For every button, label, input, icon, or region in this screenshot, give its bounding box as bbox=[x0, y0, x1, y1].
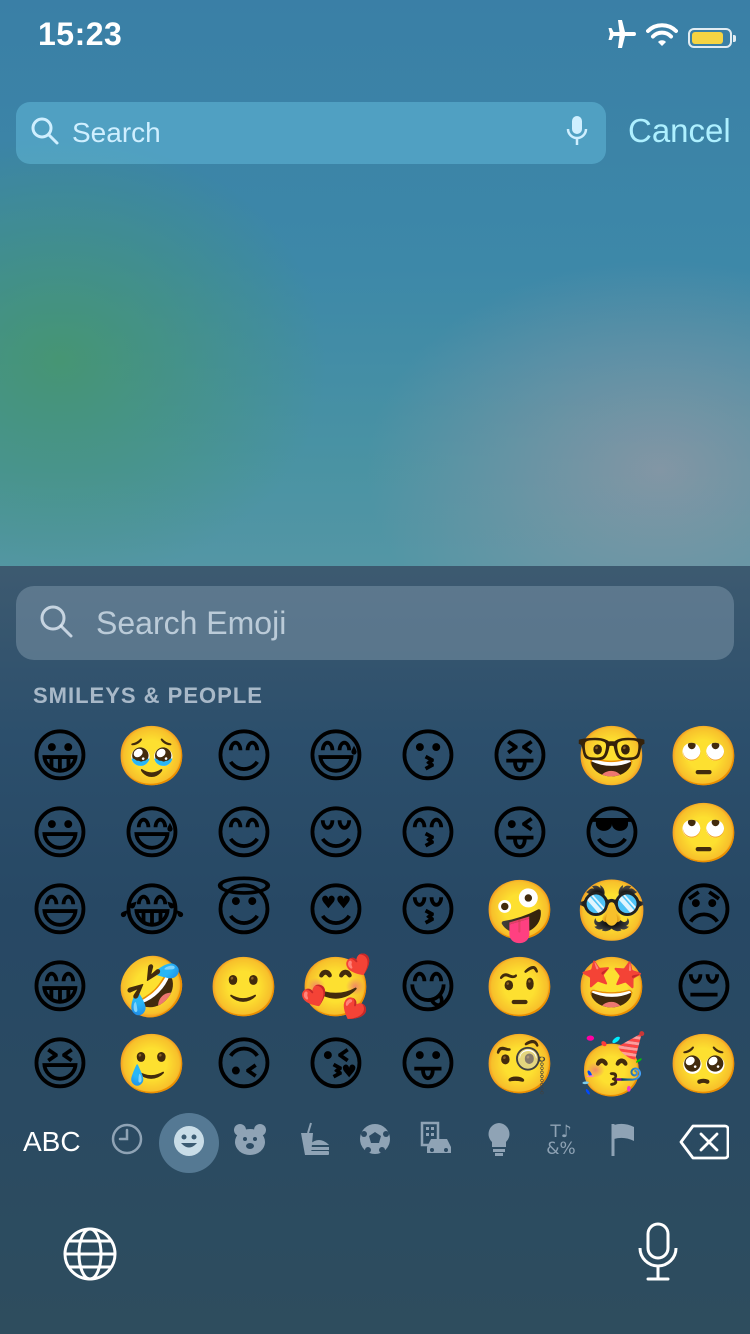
microphone-icon bbox=[636, 1222, 680, 1286]
emoji-key[interactable]: 😃 bbox=[14, 795, 106, 872]
category-recent[interactable] bbox=[96, 1110, 158, 1172]
category-animals[interactable] bbox=[219, 1110, 281, 1172]
backspace-icon bbox=[679, 1124, 730, 1164]
emoji-key[interactable]: 😗 bbox=[382, 718, 474, 795]
category-bar: ABC T♪ &% bbox=[0, 1110, 750, 1176]
emoji-key[interactable]: 😇 bbox=[198, 872, 290, 949]
emoji-key[interactable]: 🤨 bbox=[474, 949, 566, 1026]
search-icon bbox=[30, 116, 60, 151]
category-flags[interactable] bbox=[592, 1110, 654, 1172]
cancel-button[interactable]: Cancel bbox=[628, 112, 731, 150]
emoji-key[interactable]: 😌 bbox=[290, 795, 382, 872]
soccer-ball-icon bbox=[358, 1122, 392, 1161]
emoji-key[interactable]: 😙 bbox=[382, 795, 474, 872]
emoji-key[interactable]: 🧐 bbox=[474, 1026, 566, 1103]
globe-button[interactable] bbox=[62, 1226, 118, 1287]
emoji-keyboard: Search Emoji SMILEYS & PEOPLE 😀 🥹 😊 😅 😗 😝 🤓 🙄 😃 😅… bbox=[0, 566, 750, 1334]
smiley-icon bbox=[172, 1124, 206, 1163]
emoji-key[interactable]: 🤩 bbox=[566, 949, 658, 1026]
emoji-key[interactable]: 😅 bbox=[290, 718, 382, 795]
emoji-key[interactable]: 🥳 bbox=[566, 1026, 658, 1103]
category-smileys[interactable] bbox=[159, 1113, 219, 1173]
emoji-key[interactable]: 😊 bbox=[198, 718, 290, 795]
section-title: SMILEYS & PEOPLE bbox=[33, 683, 263, 708]
burger-icon bbox=[295, 1121, 331, 1162]
emoji-key[interactable]: 🙂 bbox=[198, 949, 290, 1026]
battery-icon bbox=[688, 27, 736, 48]
building-car-icon bbox=[419, 1121, 455, 1162]
category-food[interactable] bbox=[282, 1110, 344, 1172]
symbols-glyph-bottom: &% bbox=[546, 1139, 576, 1159]
category-activity[interactable] bbox=[344, 1110, 406, 1172]
category-symbols[interactable]: T♪ &% bbox=[530, 1110, 592, 1172]
microphone-icon[interactable] bbox=[566, 115, 588, 152]
keyboard-bottom-row bbox=[0, 1216, 750, 1334]
emoji-key[interactable]: 😊 bbox=[198, 795, 290, 872]
airplane-icon bbox=[604, 20, 636, 55]
emoji-key[interactable]: 😜 bbox=[474, 795, 566, 872]
emoji-key[interactable]: 🤣 bbox=[106, 949, 198, 1026]
emoji-key[interactable]: 😞 bbox=[658, 872, 750, 949]
search-placeholder: Search bbox=[72, 117, 161, 148]
lightbulb-icon bbox=[485, 1121, 513, 1162]
emoji-key[interactable]: 😋 bbox=[382, 949, 474, 1026]
emoji-key[interactable]: 😅 bbox=[106, 795, 198, 872]
category-travel[interactable] bbox=[406, 1110, 468, 1172]
emoji-key[interactable]: 😛 bbox=[382, 1026, 474, 1103]
emoji-key[interactable]: 🥰 bbox=[290, 949, 382, 1026]
category-objects[interactable] bbox=[468, 1110, 530, 1172]
emoji-key[interactable]: 🙄 bbox=[658, 795, 750, 872]
emoji-key[interactable]: 😝 bbox=[474, 718, 566, 795]
globe-icon bbox=[62, 1227, 118, 1286]
emoji-key[interactable]: 🙃 bbox=[198, 1026, 290, 1103]
status-icons bbox=[604, 20, 736, 55]
emoji-key[interactable]: 😂 bbox=[106, 872, 198, 949]
emoji-key[interactable]: 😎 bbox=[566, 795, 658, 872]
emoji-search-placeholder: Search Emoji bbox=[96, 604, 287, 641]
emoji-key[interactable]: 🤓 bbox=[566, 718, 658, 795]
emoji-key[interactable]: 😆 bbox=[14, 1026, 106, 1103]
battery-fill bbox=[692, 31, 723, 44]
emoji-key[interactable]: 🤪 bbox=[474, 872, 566, 949]
search-field[interactable]: Search bbox=[16, 102, 606, 164]
emoji-key[interactable]: 🥲 bbox=[106, 1026, 198, 1103]
emoji-key[interactable]: 😀 bbox=[14, 718, 106, 795]
emoji-key[interactable]: 🥹 bbox=[106, 718, 198, 795]
status-time: 15:23 bbox=[38, 16, 123, 52]
bear-icon bbox=[232, 1122, 268, 1161]
emoji-key[interactable]: 🙄 bbox=[658, 718, 750, 795]
emoji-key[interactable]: 😍 bbox=[290, 872, 382, 949]
clock-icon bbox=[110, 1122, 144, 1161]
emoji-key[interactable]: 😘 bbox=[290, 1026, 382, 1103]
emoji-key[interactable]: 🥺 bbox=[658, 1026, 750, 1103]
flag-icon bbox=[608, 1122, 638, 1161]
emoji-key[interactable]: 😔 bbox=[658, 949, 750, 1026]
emoji-search-field[interactable]: Search Emoji bbox=[16, 586, 734, 660]
dictation-button[interactable] bbox=[636, 1222, 680, 1287]
status-bar: 15:23 bbox=[0, 0, 750, 80]
emoji-key[interactable]: 🥸 bbox=[566, 872, 658, 949]
emoji-key[interactable]: 😄 bbox=[14, 872, 106, 949]
delete-button[interactable] bbox=[679, 1124, 730, 1165]
emoji-key[interactable]: 😁 bbox=[14, 949, 106, 1026]
abc-button[interactable]: ABC bbox=[23, 1126, 81, 1158]
symbols-icon: T♪ &% bbox=[546, 1124, 575, 1158]
search-icon bbox=[38, 603, 74, 644]
emoji-key[interactable]: 😚 bbox=[382, 872, 474, 949]
emoji-grid: 😀 🥹 😊 😅 😗 😝 🤓 🙄 😃 😅 😊 😌 😙 😜 😎 🙄 😄 😂 😇 😍 😚 🤪 🥸 😞 😁 🤣 🙂 🥰 😋 🤨 🤩 😔 😆 🥲 🙃 😘 😛 🧐 🥳 🥺 bbox=[14, 718, 750, 1103]
wifi-icon bbox=[646, 22, 678, 53]
